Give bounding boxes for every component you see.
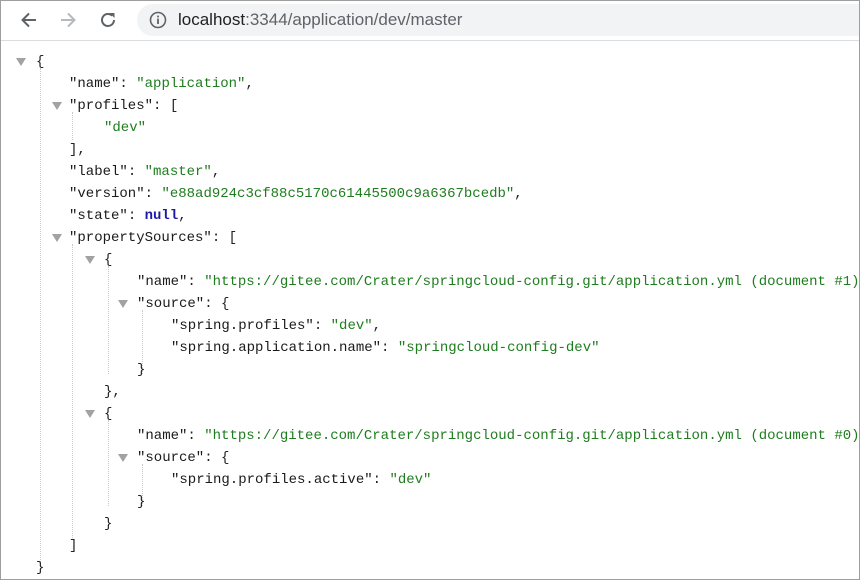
indent-guide xyxy=(108,420,109,506)
json-line: "name": "https://gitee.com/Crater/spring… xyxy=(137,271,859,293)
collapse-toggle[interactable] xyxy=(16,58,26,66)
forward-button[interactable] xyxy=(54,7,82,33)
json-string: "master" xyxy=(144,164,212,180)
json-key: "name" xyxy=(69,76,120,92)
reload-icon xyxy=(101,13,115,27)
url-path: :3344/application/dev/master xyxy=(245,10,463,29)
collapse-toggle[interactable] xyxy=(85,410,95,418)
json-key: "spring.profiles" xyxy=(171,318,314,334)
json-key: "name" xyxy=(137,428,188,444)
json-line: { xyxy=(36,51,44,73)
browser-toolbar: localhost:3344/application/dev/master xyxy=(1,1,859,41)
indent-guide xyxy=(108,266,109,374)
json-line: "spring.profiles.active": "dev" xyxy=(171,472,432,488)
json-viewer: { "name": "application", "profiles": [ "… xyxy=(1,42,859,579)
json-line: } xyxy=(137,362,146,378)
json-line: "spring.application.name": "springcloud-… xyxy=(171,340,600,356)
json-line: "propertySources": [ xyxy=(69,230,238,246)
info-icon[interactable] xyxy=(149,11,167,29)
json-string: "springcloud-config-dev" xyxy=(397,340,600,356)
json-line: } xyxy=(137,494,146,510)
json-null: null xyxy=(144,208,179,224)
json-key: "propertySources" xyxy=(69,230,212,246)
collapse-toggle[interactable] xyxy=(118,454,128,462)
collapse-toggle[interactable] xyxy=(85,256,95,264)
json-string: "application" xyxy=(136,76,246,92)
brace: { xyxy=(36,54,45,70)
json-key: "source" xyxy=(137,296,205,312)
json-line: "version": "e88ad924c3cf88c5170c61445500… xyxy=(69,186,523,202)
json-line: "name": "https://gitee.com/Crater/spring… xyxy=(137,425,859,447)
json-line: } xyxy=(104,516,113,532)
arrow-right-icon xyxy=(61,12,76,28)
url-text[interactable]: localhost:3344/application/dev/master xyxy=(178,9,462,31)
json-line: "label": "master", xyxy=(69,164,221,180)
json-key: "spring.profiles.active" xyxy=(171,472,373,488)
url-host: localhost xyxy=(178,10,246,29)
json-line: { xyxy=(104,406,113,422)
json-line: }, xyxy=(104,384,121,400)
json-key: "version" xyxy=(69,186,145,202)
json-key: "profiles" xyxy=(69,98,154,114)
reload-button[interactable] xyxy=(94,7,122,33)
json-key: "state" xyxy=(69,208,128,224)
address-bar[interactable]: localhost:3344/application/dev/master xyxy=(137,4,859,36)
json-line: { xyxy=(104,252,113,268)
json-string: "dev" xyxy=(389,472,432,488)
json-line: } xyxy=(36,560,45,576)
json-line: "name": "application", xyxy=(69,76,254,92)
back-button[interactable] xyxy=(15,7,43,33)
json-line: "spring.profiles": "dev", xyxy=(171,318,382,334)
json-line: ], xyxy=(69,142,86,158)
collapse-toggle[interactable] xyxy=(52,234,62,242)
json-line: "profiles": [ xyxy=(69,98,179,114)
json-string: "https://gitee.com/Crater/springcloud-co… xyxy=(204,274,859,290)
browser-window: localhost:3344/application/dev/master { … xyxy=(0,0,860,580)
json-key: "spring.application.name" xyxy=(171,340,382,356)
indent-guide xyxy=(72,244,73,540)
json-string: "e88ad924c3cf88c5170c61445500c9a6367bced… xyxy=(161,186,515,202)
json-line: "source": { xyxy=(137,296,230,312)
json-string: "dev" xyxy=(330,318,373,334)
collapse-toggle[interactable] xyxy=(52,102,62,110)
arrow-left-icon xyxy=(21,12,36,28)
json-key: "label" xyxy=(69,164,128,180)
json-line: "state": null, xyxy=(69,208,187,224)
json-line: "source": { xyxy=(137,450,230,466)
json-string: "https://gitee.com/Crater/springcloud-co… xyxy=(204,428,859,444)
collapse-toggle[interactable] xyxy=(118,300,128,308)
json-line: "dev" xyxy=(104,117,146,139)
json-string: "dev" xyxy=(104,120,147,136)
json-key: "name" xyxy=(137,274,188,290)
indent-guide xyxy=(40,68,41,564)
json-key: "source" xyxy=(137,450,205,466)
json-line: ] xyxy=(69,538,78,554)
